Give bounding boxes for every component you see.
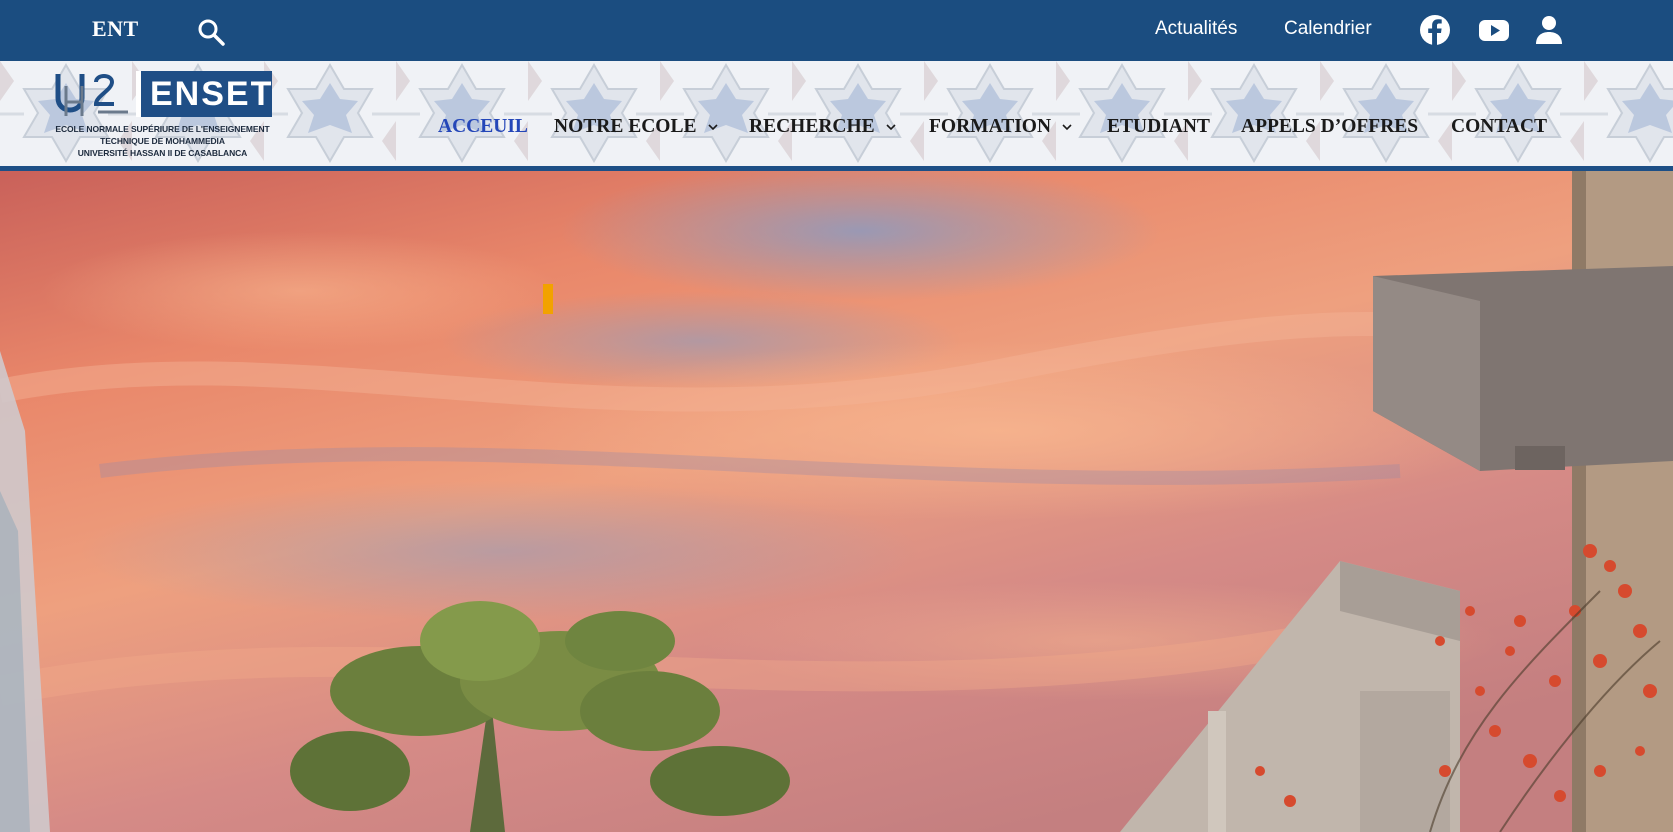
slider-marker	[543, 284, 553, 314]
chevron-down-icon	[1062, 124, 1072, 131]
chevron-down-icon	[886, 124, 896, 131]
nav-formation-label: FORMATION	[929, 116, 1052, 137]
calendrier-link[interactable]: Calendrier	[1284, 18, 1372, 40]
uh2-logo-mark	[55, 74, 128, 116]
logo-subtitle-line-2: TECHNIQUE DE MOHAMMEDIA	[100, 136, 225, 146]
enset-logo[interactable]: ENSET ECOLE NORMALE SUPÉRIURE DE L'ENSEI…	[50, 69, 275, 161]
nav-acceuil-label: ACCEUIL	[438, 116, 528, 137]
nav-contact-label: CONTACT	[1451, 116, 1548, 137]
ent-link[interactable]: ENT	[92, 16, 139, 42]
facebook-icon[interactable]	[1419, 14, 1451, 46]
nav-appels-doffres[interactable]: APPELS D’OFFRES	[1241, 114, 1418, 140]
hero-banner	[0, 171, 1673, 832]
top-bar: ENT Actualités Calendrier	[0, 0, 1673, 61]
user-icon[interactable]	[1533, 14, 1565, 46]
logo-subtitle-line-3: UNIVERSITÉ HASSAN II DE CASABLANCA	[77, 148, 248, 158]
nav-formation[interactable]: FORMATION	[929, 114, 1073, 140]
enset-wordmark: ENSET	[136, 71, 272, 117]
nav-recherche[interactable]: RECHERCHE	[749, 114, 897, 140]
nav-etudiant-label: ETUDIANT	[1107, 116, 1210, 137]
logo-subtitle-line-1: ECOLE NORMALE SUPÉRIURE DE L'ENSEIGNEMEN…	[55, 124, 270, 134]
nav-notre-ecole[interactable]: NOTRE ECOLE	[554, 114, 719, 140]
nav-contact[interactable]: CONTACT	[1451, 114, 1547, 140]
hero-image	[0, 171, 1673, 832]
nav-acceuil[interactable]: ACCEUIL	[438, 114, 528, 140]
youtube-icon[interactable]	[1478, 14, 1510, 46]
chevron-down-icon	[707, 124, 718, 131]
nav-etudiant[interactable]: ETUDIANT	[1107, 114, 1210, 140]
search-icon[interactable]	[196, 17, 226, 47]
nav-recherche-label: RECHERCHE	[749, 116, 875, 137]
nav-appels-doffres-label: APPELS D’OFFRES	[1241, 116, 1419, 137]
nav-notre-ecole-label: NOTRE ECOLE	[554, 116, 697, 137]
actualites-link[interactable]: Actualités	[1155, 18, 1237, 40]
